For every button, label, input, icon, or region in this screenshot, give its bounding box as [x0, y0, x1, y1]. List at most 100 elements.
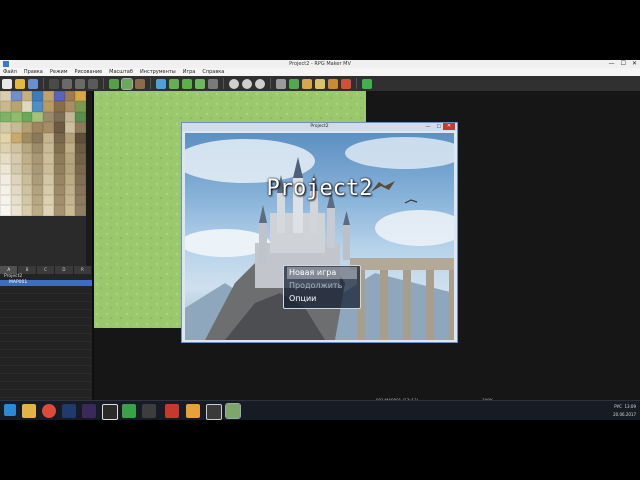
minimize-button[interactable]: —	[609, 60, 615, 68]
tile[interactable]	[32, 184, 43, 195]
tile[interactable]	[43, 205, 54, 216]
game-playtest-taskbar-icon[interactable]	[225, 403, 241, 419]
tile[interactable]	[64, 111, 76, 123]
tile[interactable]	[53, 153, 65, 164]
tile[interactable]	[21, 174, 33, 185]
tile[interactable]	[43, 111, 54, 123]
tile[interactable]	[10, 111, 22, 123]
game-minimize-button[interactable]: —	[426, 123, 431, 131]
tile[interactable]	[53, 142, 65, 154]
tile[interactable]	[10, 153, 22, 164]
tab-d[interactable]: D	[55, 266, 74, 274]
tile[interactable]	[0, 132, 11, 143]
tile[interactable]	[10, 163, 22, 175]
tile[interactable]	[75, 174, 86, 185]
tile[interactable]	[21, 205, 33, 216]
tile[interactable]	[75, 163, 86, 175]
tile[interactable]	[64, 91, 76, 102]
tile[interactable]	[0, 101, 11, 112]
game-maximize-button[interactable]: ☐	[437, 123, 441, 131]
tab-a[interactable]: A	[0, 266, 19, 274]
tile[interactable]	[53, 122, 65, 133]
playtest-icon[interactable]	[362, 78, 372, 89]
rectangle-icon[interactable]	[169, 78, 179, 89]
tab-b[interactable]: B	[18, 266, 37, 274]
tile[interactable]	[64, 205, 76, 216]
tile[interactable]	[0, 153, 11, 164]
tile[interactable]	[53, 163, 65, 175]
tile[interactable]	[32, 174, 43, 185]
tile[interactable]	[0, 163, 11, 175]
tile[interactable]	[75, 111, 86, 123]
plugin-manager-icon[interactable]	[289, 78, 299, 89]
tile[interactable]	[10, 194, 22, 206]
menu-options[interactable]: Опции	[287, 293, 357, 305]
zoom-out-icon[interactable]	[242, 78, 252, 89]
tile[interactable]	[64, 142, 76, 154]
tile[interactable]	[64, 153, 76, 164]
tile[interactable]	[21, 101, 33, 112]
tab-r[interactable]: R	[74, 266, 93, 274]
tile[interactable]	[53, 184, 65, 195]
cut-icon[interactable]	[49, 78, 59, 89]
tile[interactable]	[21, 122, 33, 133]
tile[interactable]	[75, 132, 86, 143]
tile[interactable]	[32, 153, 43, 164]
tile[interactable]	[21, 163, 33, 175]
tile[interactable]	[21, 111, 33, 123]
tile[interactable]	[32, 194, 43, 206]
after-effects-icon[interactable]	[82, 404, 96, 418]
paint-icon[interactable]	[186, 404, 200, 418]
tile[interactable]	[0, 184, 11, 195]
tile[interactable]	[53, 101, 65, 112]
zoom-reset-icon[interactable]	[255, 78, 265, 89]
tile[interactable]	[43, 163, 54, 175]
close-button[interactable]: ✕	[632, 60, 637, 68]
tile[interactable]	[10, 174, 22, 185]
tileset-palette[interactable]	[0, 91, 86, 216]
tile[interactable]	[10, 122, 22, 133]
tile[interactable]	[64, 194, 76, 206]
tile[interactable]	[53, 111, 65, 123]
tile[interactable]	[21, 194, 33, 206]
tile[interactable]	[43, 122, 54, 133]
tile[interactable]	[32, 205, 43, 216]
tile[interactable]	[0, 122, 11, 133]
language-indicator[interactable]: РУС	[614, 404, 622, 409]
menu-new-game[interactable]: Новая игра	[287, 267, 357, 279]
clock-time[interactable]: 13:09	[624, 404, 636, 409]
event-mode-icon[interactable]	[135, 78, 145, 89]
tile[interactable]	[43, 132, 54, 143]
tile[interactable]	[53, 132, 65, 143]
tile[interactable]	[10, 205, 22, 216]
tile[interactable]	[75, 101, 86, 112]
tile[interactable]	[75, 142, 86, 154]
new-project-icon[interactable]	[2, 78, 12, 89]
tile[interactable]	[32, 91, 43, 102]
tile[interactable]	[75, 194, 86, 206]
file-explorer-icon[interactable]	[22, 404, 36, 418]
save-project-icon[interactable]	[28, 78, 38, 89]
game-close-button[interactable]: ✕	[443, 123, 455, 130]
terminal-icon[interactable]	[206, 404, 222, 420]
tile[interactable]	[21, 91, 33, 102]
ellipse-icon[interactable]	[182, 78, 192, 89]
tile[interactable]	[43, 174, 54, 185]
menu-help[interactable]: Справка	[202, 68, 224, 76]
tile[interactable]	[32, 122, 43, 133]
tile[interactable]	[64, 163, 76, 175]
copy-icon[interactable]	[62, 78, 72, 89]
tile[interactable]	[43, 142, 54, 154]
menu-tools[interactable]: Инструменты	[140, 68, 176, 76]
tile[interactable]	[75, 184, 86, 195]
game-icon[interactable]	[142, 404, 156, 418]
tile[interactable]	[10, 101, 22, 112]
event-search-icon[interactable]	[315, 78, 325, 89]
tile[interactable]	[43, 101, 54, 112]
tile[interactable]	[32, 101, 43, 112]
tile[interactable]	[0, 111, 11, 123]
tile[interactable]	[43, 194, 54, 206]
delete-icon[interactable]	[88, 78, 98, 89]
tile[interactable]	[53, 205, 65, 216]
zoom-in-icon[interactable]	[229, 78, 239, 89]
